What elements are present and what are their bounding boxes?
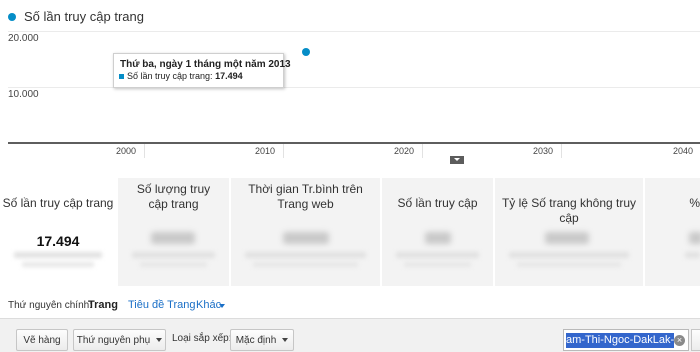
dimension-other-link[interactable]: Khác <box>196 299 221 311</box>
metric-value-blurred <box>545 232 589 244</box>
metric-card-unique-pageviews[interactable]: Số lượng truy cập trang <box>118 178 229 286</box>
sort-type-dropdown[interactable]: Mặc định <box>230 329 294 351</box>
metric-label: % <box>689 196 700 210</box>
metric-value-blurred <box>151 232 195 244</box>
x-tick-label: 2030 <box>533 146 554 156</box>
metric-label: Số lần truy cập <box>397 196 478 210</box>
chart-tooltip: Thứ ba, ngày 1 tháng một năm 2013 Số lần… <box>113 53 291 88</box>
metric-card-entrances[interactable]: Số lần truy cập <box>382 178 493 286</box>
primary-dimension-label: Thứ nguyên chính: <box>8 300 92 311</box>
metric-label: Số lần truy cập trang <box>2 196 114 210</box>
expand-chart-toggle[interactable] <box>450 156 464 164</box>
dimension-page-title-link[interactable]: Tiêu đề Trang <box>128 299 195 311</box>
metric-card-avg-time[interactable]: Thời gian Tr.bình trên Trang web <box>231 178 380 286</box>
analytics-report: Số lần truy cập trang 20.000 10.000 2000… <box>0 0 700 352</box>
y-tick-label: 10.000 <box>8 89 39 100</box>
x-tick-mark <box>283 144 284 158</box>
secondary-dimension-dropdown[interactable]: Thứ nguyên phụ <box>73 329 166 351</box>
metric-comparison-blurred <box>253 262 358 267</box>
metric-card-bounce-rate[interactable]: Tỷ lệ Số trang không truy cập <box>495 178 643 286</box>
x-tick-mark <box>422 144 423 158</box>
metric-comparison-blurred <box>132 252 215 258</box>
secondary-dimension-label: Thứ nguyên phụ <box>76 334 151 346</box>
search-submit-button[interactable] <box>691 329 700 351</box>
metric-comparison-blurred <box>509 252 629 258</box>
metric-comparison-blurred <box>396 252 479 258</box>
metric-card-exit-rate[interactable]: % <box>645 178 700 286</box>
chart-legend-label: Số lần truy cập trang <box>24 9 144 24</box>
tooltip-row-value: 17.494 <box>215 71 243 81</box>
dimension-page-active: Trang <box>88 299 118 311</box>
clear-icon[interactable]: × <box>674 335 685 346</box>
metric-label: Thời gian Tr.bình trên Trang web <box>248 182 363 211</box>
chevron-down-icon <box>282 338 289 342</box>
x-tick-label: 2000 <box>116 146 137 156</box>
y-tick-label: 20.000 <box>8 33 39 44</box>
x-tick-mark <box>144 144 145 158</box>
metric-comparison-blurred <box>404 262 471 267</box>
gridline <box>8 87 700 88</box>
chevron-down-icon <box>156 338 163 342</box>
tooltip-row: Số lần truy cập trang: 17.494 <box>127 71 243 81</box>
x-tick-label: 2010 <box>255 146 276 156</box>
metric-comparison-blurred <box>14 252 102 258</box>
metric-comparison-blurred <box>140 262 207 267</box>
x-axis-line <box>8 142 700 144</box>
x-tick-label: 2040 <box>673 146 694 156</box>
x-tick-mark <box>561 144 562 158</box>
legend-dot-icon <box>8 13 16 21</box>
metric-label: Tỷ lệ Số trang không truy cập <box>501 196 637 225</box>
metric-value-blurred <box>425 232 451 244</box>
metric-value: 17.494 <box>36 233 80 249</box>
plot-rows-label: Vẽ hàng <box>23 334 61 346</box>
tooltip-series-icon <box>119 74 124 79</box>
tooltip-row-label: Số lần truy cập trang: <box>127 71 213 81</box>
metric-comparison-blurred <box>685 252 700 258</box>
metric-value-blurred <box>283 232 329 244</box>
metric-label: Số lượng truy cập trang <box>136 182 211 211</box>
gridline <box>8 31 700 32</box>
metric-comparison-blurred <box>245 252 366 258</box>
metric-value-blurred <box>689 232 700 244</box>
metric-comparison-blurred <box>517 262 621 267</box>
x-tick-label: 2020 <box>394 146 415 156</box>
chevron-down-icon <box>219 304 225 308</box>
sort-type-label: Loại sắp xếp: <box>172 333 232 344</box>
metric-card-pageviews[interactable]: Số lần truy cập trang 17.494 <box>0 178 116 286</box>
filter-search-value: am-Thi-Ngoc-DakLak-D <box>566 334 674 346</box>
filter-search-input[interactable]: am-Thi-Ngoc-DakLak-D × <box>563 329 689 351</box>
plot-rows-button[interactable]: Vẽ hàng <box>16 329 68 351</box>
metric-comparison-blurred <box>22 262 94 267</box>
tooltip-title: Thứ ba, ngày 1 tháng một năm 2013 <box>120 59 291 70</box>
sort-type-value: Mặc định <box>235 334 277 346</box>
data-point[interactable] <box>301 47 310 56</box>
